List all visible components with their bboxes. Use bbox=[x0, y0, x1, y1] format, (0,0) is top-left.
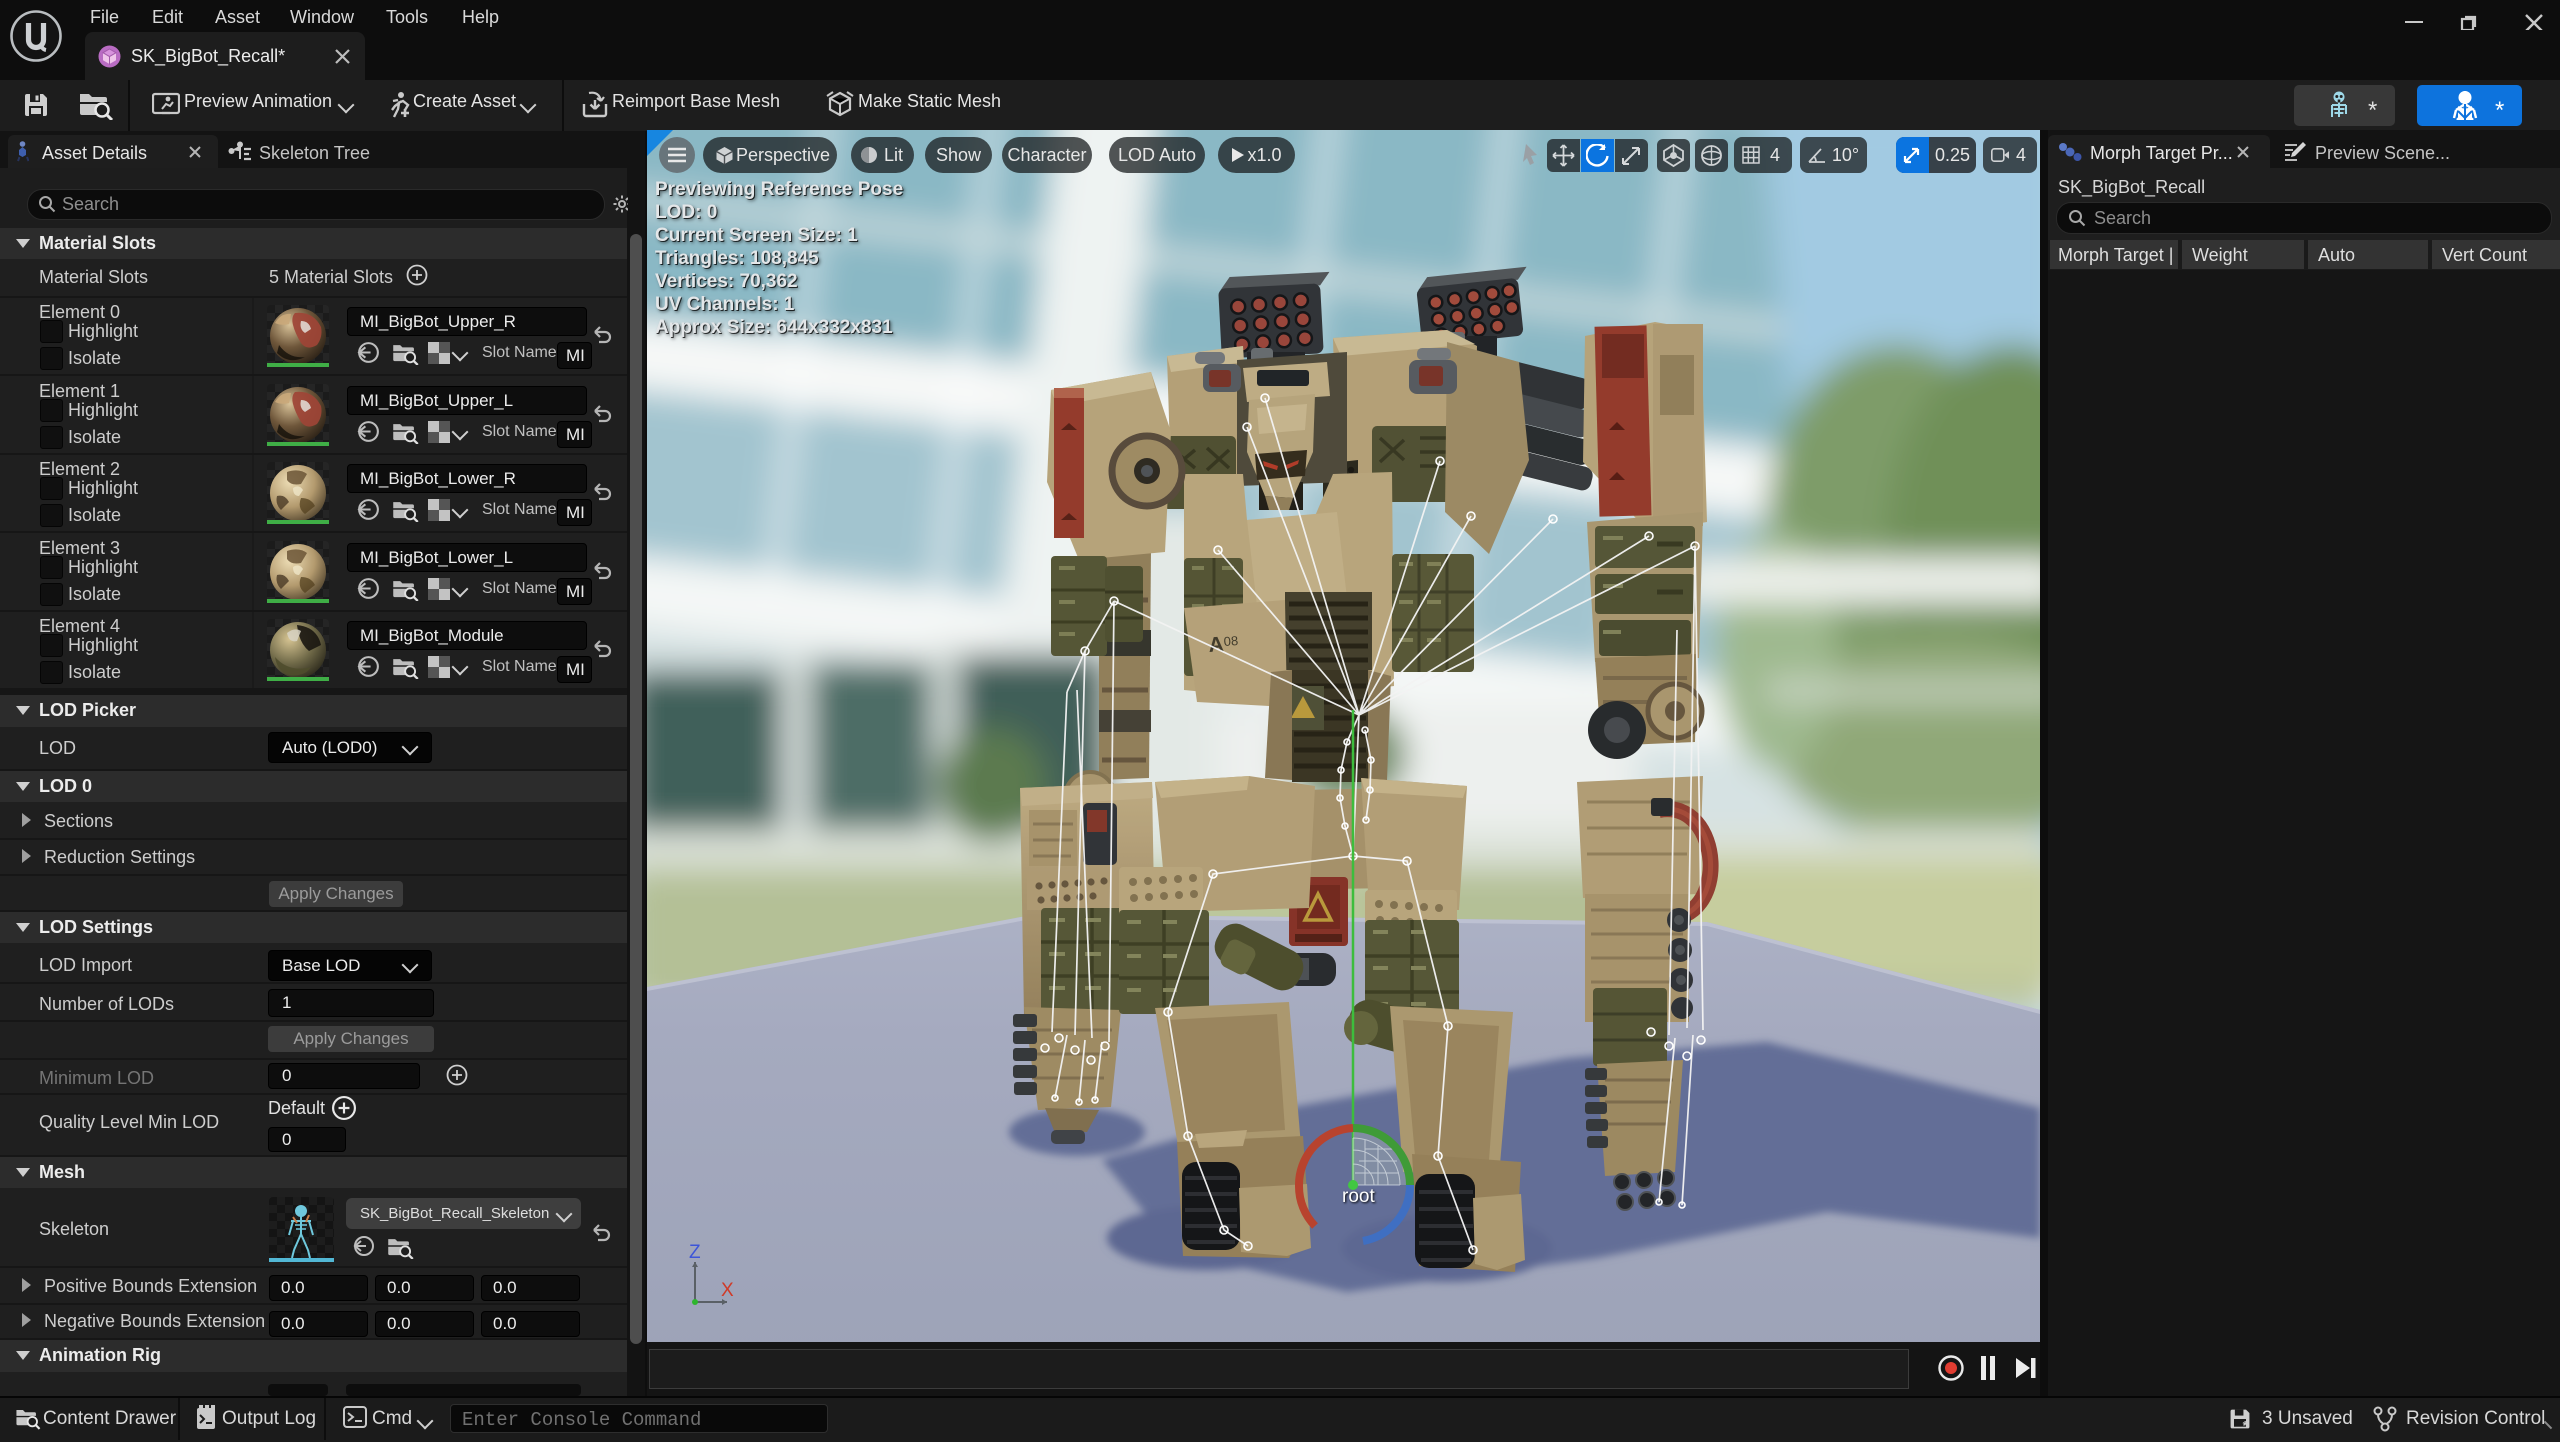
svg-text:X: X bbox=[721, 1280, 734, 1301]
svg-text:Z: Z bbox=[689, 1242, 701, 1263]
svg-text:root: root bbox=[1342, 1186, 1375, 1207]
svg-text:08: 08 bbox=[1223, 633, 1238, 649]
svg-text:*: * bbox=[2243, 1418, 2248, 1431]
